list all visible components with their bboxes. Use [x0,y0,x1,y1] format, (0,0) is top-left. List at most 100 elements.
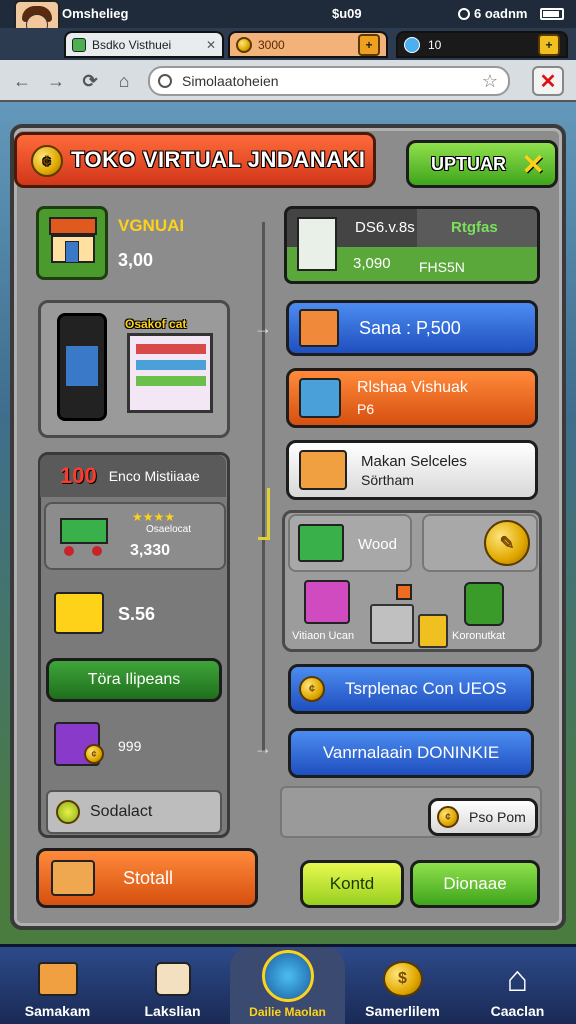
top-card-sub: FHS5N [419,259,465,275]
nav-item-coins[interactable]: $ Samerlilem [345,947,460,1024]
device-label: Osakof cat [125,317,187,331]
cart-value: 3,330 [130,542,171,559]
cart-item[interactable]: ★★★★ Osaelocat 3,330 [44,502,226,570]
search-icon [158,74,172,88]
kontd-label: Kontd [329,874,375,893]
tab-gems[interactable]: 10 + [396,31,568,58]
gift-icon [304,580,350,624]
cart-icon [370,604,414,644]
download-label: Vanrnalaain DONINKIE [322,743,500,762]
green-button-label: Töra Ilipeans [87,671,181,688]
star-icon[interactable]: ☆ [482,71,498,92]
nav-item-sack[interactable]: Lakslian [115,947,230,1024]
total-button[interactable]: Stotall [36,848,258,908]
status-left-text: Omshelieg [62,6,129,21]
close-icon: ✕ [521,148,545,180]
top-card-highlight: Rtgfas [451,219,498,236]
tools-icon: ✎ [484,520,530,566]
nav-label: Lakslian [144,1003,201,1019]
small-action-label: Pso Pom [469,809,526,825]
browser-nav: ← → ⟳ ⌂ Simolaatoheien ☆ ✕ [0,60,576,102]
home-icon: ⌂ [506,958,529,999]
yellow-connector [258,488,270,540]
tab-icon [72,37,86,52]
gem-icon [236,36,252,53]
close-icon[interactable]: ✕ [206,38,216,52]
clock-icon [458,7,470,20]
services-card[interactable]: Makan Selceles Sörtham [286,440,538,500]
list-header-text: Enco Mistiiaae [108,468,200,484]
crate-icon [299,309,339,347]
reload-icon[interactable]: ⟳ [76,67,104,95]
kontd-button[interactable]: Kontd [300,860,404,908]
box-icon [54,592,104,634]
building-icon [297,217,337,271]
delivery-card[interactable]: Rlshaa Vishuak P6 [286,368,538,428]
grid-item-tools[interactable]: ✎ [422,514,538,572]
arrow-icon: → [254,738,272,758]
home-icon[interactable]: ⌂ [110,67,138,95]
item-value: S.56 [118,604,156,624]
close-tab-icon[interactable]: ✕ [532,66,564,96]
total-label: Stotall [123,867,174,888]
url-text: Simolaatoheien [182,73,279,89]
tab-bar: Bsdko Visthuei ✕ 3000 + 10 + [0,28,576,60]
url-bar[interactable]: Simolaatoheien ☆ [148,66,510,96]
tab-label: Bsdko Visthuei [92,37,172,52]
search-label: Sodalact [90,803,153,820]
nav-item-globe[interactable]: Dailie Maolan [230,947,345,1024]
item-row[interactable]: S.56 [44,578,226,652]
price-label: Sana : P,500 [359,317,461,338]
nav-label: Dailie Maolan [249,1005,326,1019]
nav-item-shop[interactable]: Samakam [0,947,115,1024]
tab-label: 10 [428,37,442,52]
status-bar: Omshelieg $u09 6 oadnm [0,0,576,56]
list-header-number: 100 [60,463,97,488]
cart-icon [56,514,112,558]
top-stat-card[interactable]: DS6.v.8s Rtgfas 3,090 FHS5N [284,206,540,284]
coupon-button[interactable]: ¢ Tsrplenac Con UEOS [288,664,534,714]
list-header: 100 Enco Mistiiaae [40,455,226,497]
green-action-button[interactable]: Töra Ilipeans [46,658,222,702]
dionaae-button[interactable]: Dionaae [410,860,540,908]
services-sub: Sörtham [361,471,414,488]
nav-label: Caaclan [490,1003,545,1019]
price-card[interactable]: Sana : P,500 [286,300,538,356]
nav-label: Samakam [24,1003,91,1019]
trolley-icon [418,614,448,648]
arrow-icon: → [254,318,272,338]
device-card[interactable]: Osakof cat [38,300,230,438]
tab-main[interactable]: Bsdko Visthuei ✕ [64,31,224,58]
small-action-button[interactable]: ¢ Pso Pom [428,798,538,836]
coin-icon: ¢ [31,145,63,177]
trolley-value: 999 [118,738,142,754]
top-card-value: 3,090 [353,255,391,272]
tab-coins[interactable]: 3000 + [228,31,388,58]
coin-icon: ¢ [299,676,325,702]
store-value: 3,00 [118,250,154,270]
back-icon[interactable]: ← [8,67,36,95]
nav-label: Samerlilem [365,1003,440,1019]
magnifier-icon [56,800,80,824]
download-button[interactable]: Vanrnalaain DONINKIE [288,728,534,778]
top-card-title: DS6.v.8s [355,219,415,236]
title-text: TOKO VIRTUAL JNDANAKI [71,147,366,172]
tab-label: 3000 [258,37,285,52]
plus-icon[interactable]: + [538,33,560,56]
status-right-text: 6 oadnm [474,6,528,21]
store-icon[interactable] [36,206,108,280]
forward-icon[interactable]: → [42,67,70,95]
trolley-row[interactable]: ¢ 999 [44,710,226,782]
status-center-text: $u09 [332,6,362,21]
sack-icon [151,959,195,999]
cart-label: Osaelocat [146,524,192,535]
grid-label: Wood [358,536,397,553]
grid-item-wood[interactable]: Wood [288,514,412,572]
plus-icon[interactable]: + [358,33,380,56]
coins-icon: $ [381,959,425,999]
update-button[interactable]: UPTUAR ✕ [406,140,558,188]
nav-item-home[interactable]: ⌂ Caaclan [460,947,575,1024]
search-field[interactable]: Sodalact [46,790,222,834]
dionaae-label: Dionaae [443,874,507,893]
grid-item-left-label: Vitiaon Ucan [292,630,355,642]
